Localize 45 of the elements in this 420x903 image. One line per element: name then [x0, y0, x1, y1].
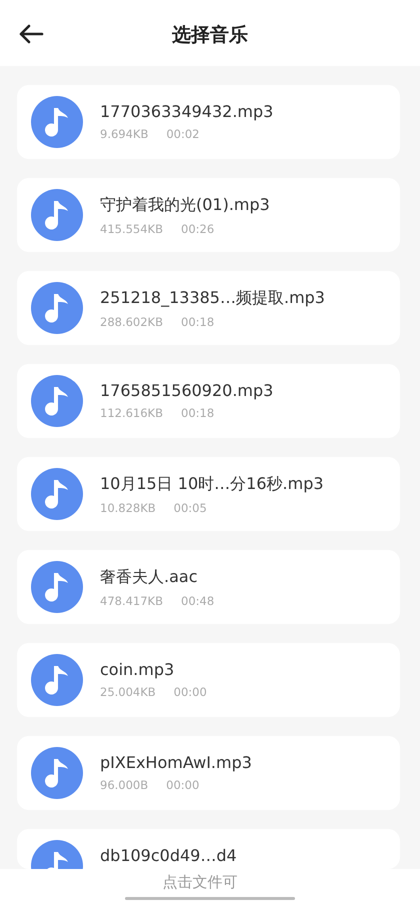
file-name: 奢香夫人.aac: [100, 567, 198, 588]
music-note-icon: [31, 468, 83, 520]
file-name: 守护着我的光(01).mp3: [100, 195, 270, 216]
file-duration: 00:00: [174, 685, 207, 699]
file-size: 10.828KB: [100, 501, 156, 515]
music-note-icon: [31, 375, 83, 427]
file-size: 96.000B: [100, 778, 148, 792]
file-name: pIXExHomAwI.mp3: [100, 753, 252, 772]
file-name: coin.mp3: [100, 660, 176, 679]
file-name: 1770363349432.mp3: [100, 102, 274, 121]
file-name: 10月15日 10时…分16秒.mp3: [100, 474, 324, 495]
music-file-item[interactable]: 251218_13385…频提取.mp3 288.602KB 00:18: [17, 271, 400, 345]
back-button[interactable]: [18, 24, 44, 44]
file-duration: 00:00: [166, 778, 200, 792]
music-file-item[interactable]: 1765851560920.mp3 112.616KB 00:18: [17, 364, 400, 438]
file-name: 1765851560920.mp3: [100, 381, 274, 400]
file-duration: 00:18: [181, 315, 214, 329]
file-duration: 00:48: [181, 594, 214, 608]
music-file-item[interactable]: 奢香夫人.aac 478.417KB 00:48: [17, 550, 400, 624]
file-size: 25.004KB: [100, 685, 156, 699]
file-duration: 00:18: [181, 406, 214, 420]
music-note-icon: [31, 189, 83, 241]
music-note-icon: [31, 654, 83, 706]
file-name: 251218_13385…频提取.mp3: [100, 288, 325, 309]
page-title: 选择音乐: [172, 23, 248, 48]
file-duration: 00:02: [166, 127, 200, 141]
music-file-item[interactable]: pIXExHomAwI.mp3 96.000B 00:00: [17, 736, 400, 810]
music-file-item[interactable]: 10月15日 10时…分16秒.mp3 10.828KB 00:05: [17, 457, 400, 531]
music-note-icon: [31, 747, 83, 799]
music-file-item[interactable]: 守护着我的光(01).mp3 415.554KB 00:26: [17, 178, 400, 252]
music-note-icon: [31, 561, 83, 613]
file-size: 288.602KB: [100, 315, 163, 329]
music-file-item[interactable]: coin.mp3 25.004KB 00:00: [17, 643, 400, 717]
file-size: 478.417KB: [100, 594, 163, 608]
file-duration: 00:26: [181, 222, 214, 236]
file-name: db109c0d49…d4: [100, 846, 237, 865]
music-file-item[interactable]: 1770363349432.mp3 9.694KB 00:02: [17, 85, 400, 159]
music-file-item[interactable]: db109c0d49…d4: [17, 829, 400, 869]
hint-text: 点击文件可: [162, 873, 238, 892]
file-size: 9.694KB: [100, 127, 148, 141]
file-size: 415.554KB: [100, 222, 163, 236]
music-note-icon: [31, 96, 83, 148]
music-note-icon: [31, 282, 83, 334]
file-duration: 00:05: [174, 501, 207, 515]
file-size: 112.616KB: [100, 406, 163, 420]
